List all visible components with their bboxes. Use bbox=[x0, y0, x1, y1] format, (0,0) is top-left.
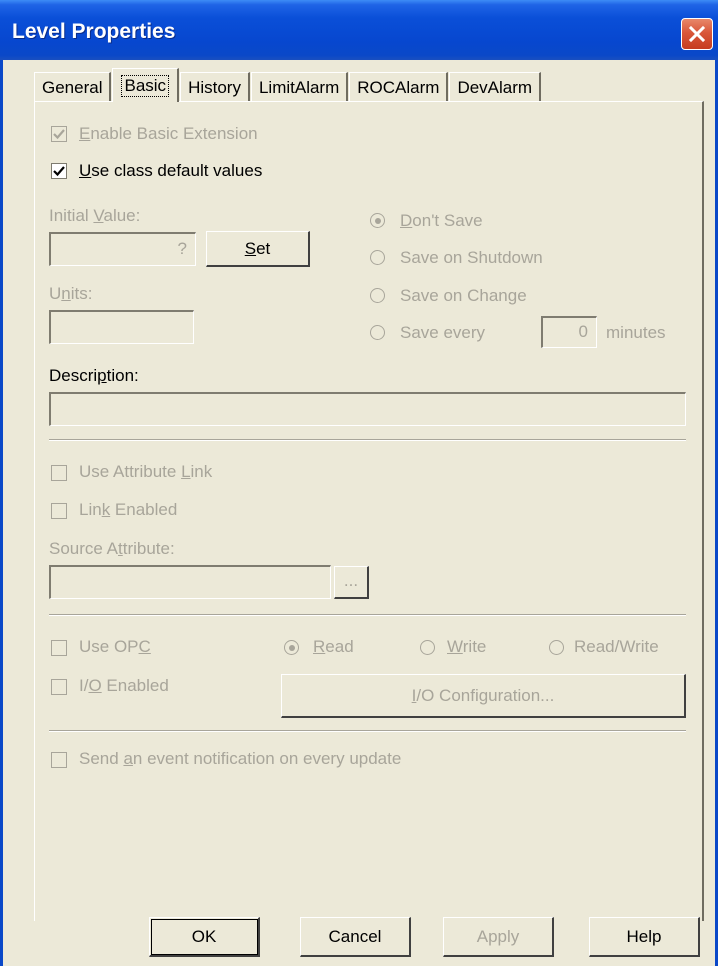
save-on-change-label: Save on Change bbox=[400, 286, 527, 305]
tab-basic[interactable]: Basic bbox=[112, 68, 180, 102]
save-on-change-radio[interactable] bbox=[370, 288, 385, 303]
io-enabled-checkbox[interactable] bbox=[51, 679, 67, 695]
close-icon bbox=[688, 25, 706, 43]
save-every-label: Save every bbox=[400, 323, 486, 342]
tab-strip: General Basic History LimitAlarm ROCAlar… bbox=[34, 68, 542, 102]
io-enabled-label: I/O Enabled bbox=[79, 676, 169, 695]
radio-dot bbox=[288, 644, 295, 651]
use-attribute-link-label: Use Attribute Link bbox=[79, 462, 213, 481]
divider bbox=[49, 614, 686, 616]
save-every-minutes-value: 0 bbox=[578, 322, 588, 341]
source-attribute-label: Source Attribute: bbox=[49, 539, 175, 558]
window-title: Level Properties bbox=[12, 20, 176, 43]
radio-dot bbox=[374, 217, 381, 224]
dont-save-radio[interactable] bbox=[370, 213, 385, 228]
tab-general-label: General bbox=[42, 77, 103, 97]
save-every-radio[interactable] bbox=[370, 325, 385, 340]
initial-value-label: Initial Value: bbox=[49, 206, 141, 225]
browse-button-label: ... bbox=[343, 571, 359, 590]
tab-basic-label: Basic bbox=[121, 74, 170, 97]
opc-read-radio[interactable] bbox=[284, 640, 299, 655]
units-label: Units: bbox=[49, 284, 93, 303]
use-class-defaults-checkbox[interactable] bbox=[51, 163, 67, 179]
set-button-label: Set bbox=[244, 238, 271, 258]
ok-button[interactable]: OK bbox=[149, 917, 260, 957]
units-field[interactable] bbox=[49, 310, 194, 344]
set-button[interactable]: Set bbox=[206, 231, 310, 267]
save-on-shutdown-label: Save on Shutdown bbox=[400, 248, 543, 267]
checkmark-icon bbox=[53, 166, 65, 177]
use-opc-label: Use OPC bbox=[79, 637, 151, 656]
opc-write-radio[interactable] bbox=[420, 640, 435, 655]
dont-save-label: Don't Save bbox=[400, 211, 483, 230]
description-label: Description: bbox=[49, 366, 139, 385]
cancel-button[interactable]: Cancel bbox=[300, 917, 411, 957]
apply-button-label: Apply bbox=[476, 926, 520, 946]
enable-basic-extension-label: Enable Basic Extension bbox=[79, 124, 258, 143]
io-configuration-button[interactable]: I/O Configuration... bbox=[281, 674, 686, 718]
divider bbox=[49, 730, 686, 732]
source-attribute-field[interactable] bbox=[49, 565, 331, 599]
tab-rocalarm-label: ROCAlarm bbox=[357, 77, 440, 97]
link-enabled-label: Link Enabled bbox=[79, 500, 178, 519]
save-on-shutdown-radio[interactable] bbox=[370, 250, 385, 265]
tab-limitalarm[interactable]: LimitAlarm bbox=[250, 72, 349, 102]
help-button[interactable]: Help bbox=[589, 917, 700, 957]
tab-rocalarm[interactable]: ROCAlarm bbox=[349, 72, 449, 102]
divider bbox=[49, 439, 686, 441]
use-class-defaults-label: Use class default values bbox=[79, 161, 263, 180]
initial-value-text: ? bbox=[177, 239, 187, 258]
help-button-label: Help bbox=[626, 926, 662, 946]
close-button[interactable] bbox=[681, 18, 713, 50]
use-attribute-link-checkbox[interactable] bbox=[51, 465, 67, 481]
io-configuration-label: I/O Configuration... bbox=[411, 685, 555, 705]
minutes-label: minutes bbox=[606, 323, 666, 342]
initial-value-field[interactable]: ? bbox=[49, 232, 196, 266]
opc-readwrite-label: Read/Write bbox=[574, 637, 659, 656]
opc-write-label: Write bbox=[447, 637, 487, 656]
opc-readwrite-radio[interactable] bbox=[549, 640, 564, 655]
tab-history[interactable]: History bbox=[180, 72, 250, 102]
tab-devalarm[interactable]: DevAlarm bbox=[449, 72, 542, 102]
tab-general[interactable]: General bbox=[34, 72, 112, 102]
link-enabled-checkbox[interactable] bbox=[51, 503, 67, 519]
tab-limitalarm-label: LimitAlarm bbox=[258, 77, 340, 97]
apply-button[interactable]: Apply bbox=[443, 917, 554, 957]
description-field[interactable] bbox=[49, 392, 686, 426]
checkmark-icon bbox=[53, 129, 65, 140]
opc-read-label: Read bbox=[313, 637, 354, 656]
cancel-button-label: Cancel bbox=[328, 926, 382, 946]
tab-history-label: History bbox=[188, 77, 241, 97]
enable-basic-extension-checkbox[interactable] bbox=[51, 126, 67, 142]
event-notification-label: Send an event notification on every upda… bbox=[79, 749, 402, 768]
browse-button[interactable]: ... bbox=[334, 566, 369, 599]
save-every-minutes-field[interactable]: 0 bbox=[541, 316, 597, 348]
use-opc-checkbox[interactable] bbox=[51, 640, 67, 656]
title-bar: Level Properties bbox=[0, 0, 718, 60]
window-frame-left bbox=[0, 60, 3, 966]
tab-devalarm-label: DevAlarm bbox=[457, 77, 533, 97]
ok-button-label: OK bbox=[191, 926, 217, 946]
event-notification-checkbox[interactable] bbox=[51, 752, 67, 768]
